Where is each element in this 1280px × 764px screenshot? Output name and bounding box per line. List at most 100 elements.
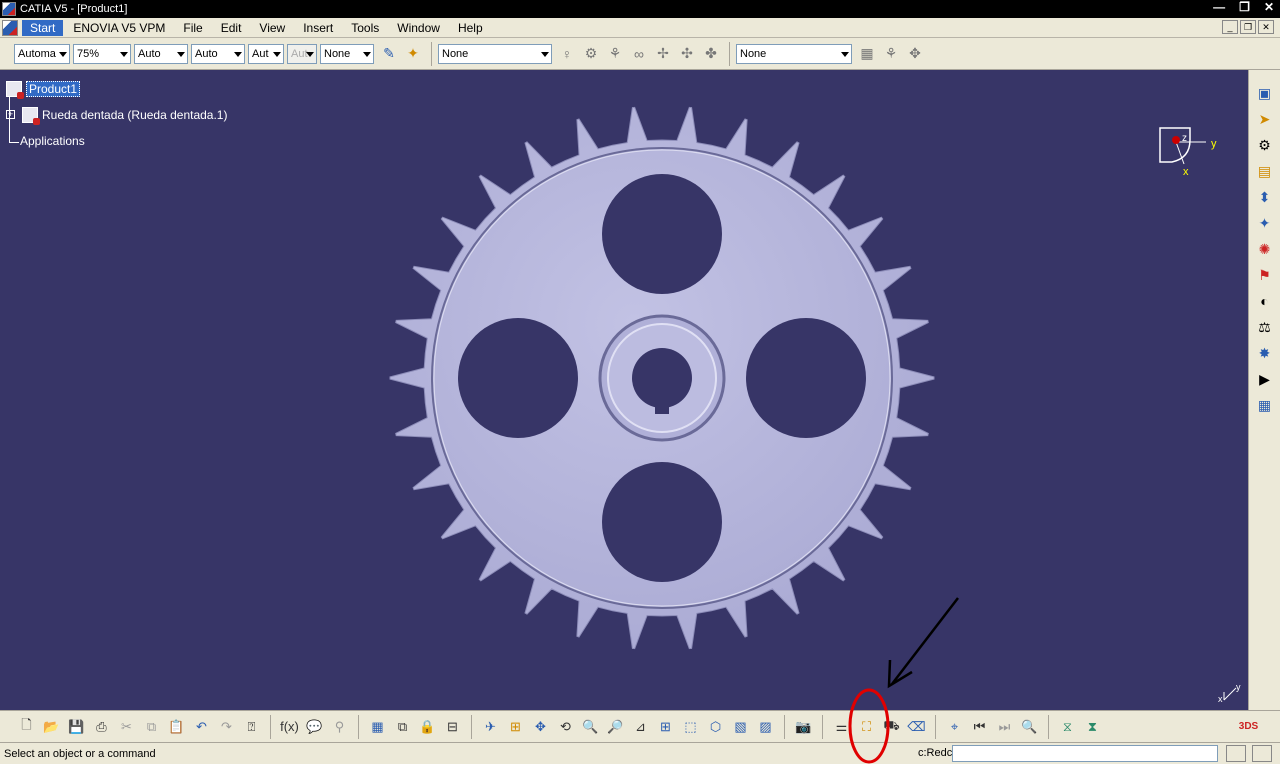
hide-show-icon[interactable]: ▧ (731, 717, 751, 737)
tree-expand-icon[interactable]: ⧉ (393, 717, 413, 737)
magnifier-icon[interactable]: 🔍 (1020, 717, 1040, 737)
gear-model[interactable] (0, 70, 1248, 710)
check-icon[interactable]: ⚲ (330, 717, 350, 737)
document-icon[interactable] (2, 19, 18, 36)
product-structure-icon[interactable]: ⚙ (1254, 134, 1276, 156)
copy-icon[interactable]: ⧉ (142, 717, 162, 737)
doc-restore-button[interactable]: ❐ (1240, 20, 1256, 34)
new-file-icon[interactable]: 🗋 (17, 717, 37, 737)
graphic-properties-icon[interactable]: ✦ (403, 44, 423, 64)
compass-widget[interactable]: z y x (1150, 120, 1220, 183)
workbench-filter-combo[interactable]: None (438, 43, 552, 64)
3d-viewport[interactable]: Product1 + Rueda dentada (Rueda dentada.… (0, 70, 1248, 710)
cut-icon[interactable]: ✂ (117, 717, 137, 737)
tree-label-product[interactable]: Product1 (26, 81, 81, 97)
zoom-in-icon[interactable]: 🔍 (581, 717, 601, 737)
menu-tools[interactable]: Tools (343, 20, 387, 36)
link-icon[interactable]: ∞ (629, 44, 649, 64)
render-icon[interactable]: ◐ (1254, 290, 1276, 312)
compass-reset-icon[interactable]: ⧖ (1058, 717, 1078, 737)
normal-view-icon[interactable]: ⊿ (631, 717, 651, 737)
menu-view[interactable]: View (251, 20, 293, 36)
highlighted-tool-icon[interactable]: ⛶ (857, 717, 877, 737)
fly-mode-icon[interactable]: ✈ (481, 717, 501, 737)
maximize-button[interactable]: ❐ (1239, 0, 1250, 14)
first-step-icon[interactable]: ⏮ (970, 717, 990, 737)
workbench-icon[interactable]: ▣ (1254, 82, 1276, 104)
iso-view-icon[interactable]: ⬚ (681, 717, 701, 737)
bulb-icon[interactable]: ♀ (557, 44, 577, 64)
sectioning-icon[interactable]: ⚖ (1254, 316, 1276, 338)
table-icon[interactable]: ▦ (368, 717, 388, 737)
status-button-2[interactable] (1252, 745, 1272, 762)
sketch-analysis-icon[interactable]: ⚙ (581, 44, 601, 64)
measure-item-icon[interactable]: ✥ (905, 44, 925, 64)
menu-start[interactable]: Start (22, 19, 64, 36)
expand-icon[interactable]: + (6, 110, 15, 119)
constraint-icon[interactable]: ⚑ (1254, 264, 1276, 286)
measure-icon[interactable]: ▦ (857, 44, 877, 64)
new-component-icon[interactable]: ▤ (1254, 160, 1276, 182)
tree-node-applications[interactable]: Applications (6, 128, 227, 154)
simulation-icon[interactable]: ▶ (1254, 368, 1276, 390)
doc-close-button[interactable]: ✕ (1258, 20, 1274, 34)
save-icon[interactable]: 💾 (67, 717, 87, 737)
point-symbol-combo[interactable]: Aut (248, 43, 284, 64)
select-arrow-icon[interactable]: ➤ (1254, 108, 1276, 130)
zoom-out-icon[interactable]: 🔎 (606, 717, 626, 737)
snap-icon[interactable]: ✦ (1254, 212, 1276, 234)
assembly-constraints-icon[interactable]: ⚌ (832, 717, 852, 737)
insert-icon[interactable]: ⊟ (443, 717, 463, 737)
measure-filter-combo[interactable]: None (736, 43, 852, 64)
rotate-icon[interactable]: ⟲ (556, 717, 576, 737)
swap-space-icon[interactable]: ▨ (756, 717, 776, 737)
help-icon[interactable]: ⍰ (242, 717, 262, 737)
line-type-combo[interactable]: Auto (191, 43, 245, 64)
save-management-icon[interactable]: ⛟ (882, 717, 902, 737)
film-icon[interactable]: ▦ (1254, 394, 1276, 416)
tree-node-product[interactable]: Product1 (6, 76, 227, 102)
render-style-icon[interactable]: ⬡ (706, 717, 726, 737)
contact-icon[interactable]: ✣ (677, 44, 697, 64)
tree-label-part[interactable]: Rueda dentada (Rueda dentada.1) (42, 108, 227, 122)
menu-insert[interactable]: Insert (295, 20, 341, 36)
menu-enovia[interactable]: ENOVIA V5 VPM (65, 20, 173, 36)
formula-icon[interactable]: f(x) (280, 717, 300, 737)
eraser-icon[interactable]: ⌫ (907, 717, 927, 737)
knowledge-icon[interactable]: 💬 (305, 717, 325, 737)
last-step-icon[interactable]: ⏭ (995, 717, 1015, 737)
move-icon[interactable]: ⬍ (1254, 186, 1276, 208)
paste-icon[interactable]: 📋 (167, 717, 187, 737)
pan-icon[interactable]: ✥ (531, 717, 551, 737)
minimize-button[interactable]: — (1213, 0, 1225, 14)
offset-icon[interactable]: ✤ (701, 44, 721, 64)
measure-between-icon[interactable]: ⚘ (881, 44, 901, 64)
doc-minimize-button[interactable]: _ (1222, 20, 1238, 34)
tree-label-applications[interactable]: Applications (20, 134, 85, 148)
target-icon[interactable]: ⌖ (945, 717, 965, 737)
menu-edit[interactable]: Edit (213, 20, 250, 36)
status-button-1[interactable] (1226, 745, 1246, 762)
menu-help[interactable]: Help (450, 20, 491, 36)
fit-all-icon[interactable]: ⊞ (506, 717, 526, 737)
tree-node-part[interactable]: + Rueda dentada (Rueda dentada.1) (6, 102, 227, 128)
format-painter-icon[interactable]: ✎ (379, 44, 399, 64)
command-input[interactable] (952, 745, 1218, 762)
compass-snap-icon[interactable]: ⧗ (1083, 717, 1103, 737)
color-combo[interactable]: Automa (14, 43, 70, 64)
menu-window[interactable]: Window (389, 20, 448, 36)
multi-view-icon[interactable]: ⊞ (656, 717, 676, 737)
print-icon[interactable]: ⎙ (92, 717, 112, 737)
constraint-icon[interactable]: ⚘ (605, 44, 625, 64)
open-folder-icon[interactable]: 📂 (42, 717, 62, 737)
clash-icon[interactable]: ✸ (1254, 342, 1276, 364)
catalog-icon[interactable]: 🔒 (418, 717, 438, 737)
menu-file[interactable]: File (175, 20, 210, 36)
close-button[interactable]: ✕ (1264, 0, 1274, 14)
camera-icon[interactable]: 📷 (794, 717, 814, 737)
explode-icon[interactable]: ✺ (1254, 238, 1276, 260)
transparency-combo[interactable]: 75% (73, 43, 131, 64)
redo-icon[interactable]: ↷ (217, 717, 237, 737)
line-weight-combo[interactable]: Auto (134, 43, 188, 64)
undo-icon[interactable]: ↶ (192, 717, 212, 737)
